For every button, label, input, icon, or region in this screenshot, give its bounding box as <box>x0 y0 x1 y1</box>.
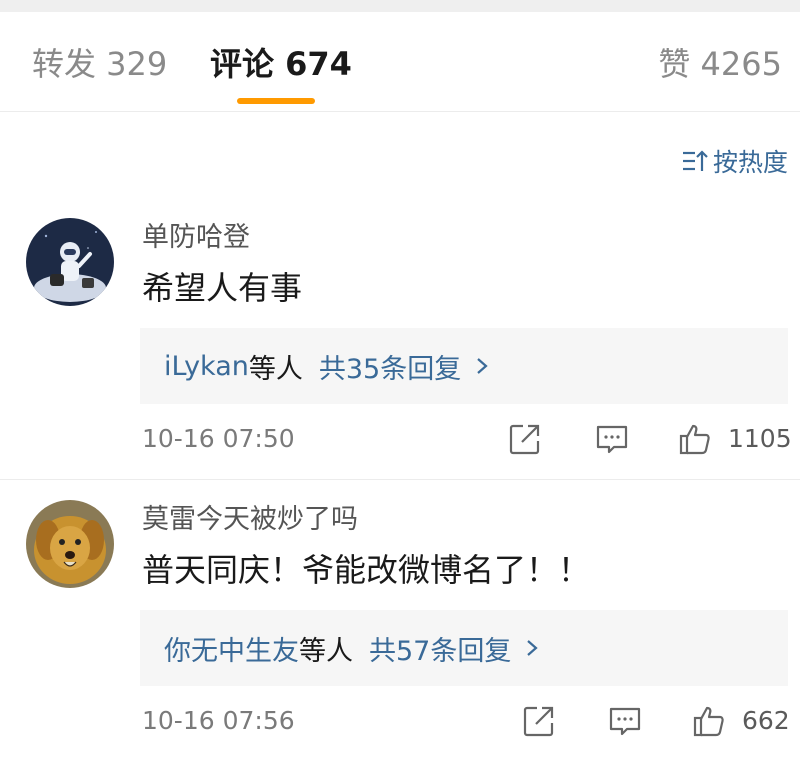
sort-icon <box>682 150 708 171</box>
comment-item: 莫雷今天被炒了吗 普天同庆！爷能改微博名了！！ 你无中生友 等人 共57条回复 … <box>0 492 800 763</box>
astronaut-avatar-icon <box>26 218 114 306</box>
comment-text: 希望人有事 <box>142 269 303 307</box>
dog-avatar-icon <box>26 500 114 588</box>
tab-likes[interactable]: 赞 4265 <box>658 44 782 84</box>
comment-item: 单防哈登 希望人有事 iLykan 等人 共35条回复 10-16 07:50 … <box>0 210 800 480</box>
share-icon[interactable] <box>522 704 556 738</box>
reply-author-link[interactable]: 你无中生友 <box>164 629 299 668</box>
like-count: 662 <box>742 706 790 735</box>
comment-timestamp: 10-16 07:50 <box>142 424 295 453</box>
replies-preview[interactable]: iLykan 等人 共35条回复 <box>140 328 788 404</box>
like-count: 1105 <box>728 424 792 453</box>
comment-text: 普天同庆！爷能改微博名了！！ <box>142 551 591 589</box>
status-bar-strip <box>0 0 800 12</box>
post-stats-tabs: 转发 329 评论 674 赞 4265 <box>0 12 800 112</box>
chevron-right-icon <box>527 640 539 656</box>
comment-username[interactable]: 莫雷今天被炒了吗 <box>142 502 358 538</box>
reply-author-suffix: 等人 <box>248 353 303 385</box>
tab-comments[interactable]: 评论 674 <box>210 44 352 84</box>
reply-count-link[interactable]: 共35条回复 <box>319 347 461 386</box>
sort-by-hot-button[interactable]: 按热度 <box>681 144 788 178</box>
comment-meta: 10-16 07:56 662 <box>142 702 792 742</box>
reply-count-link[interactable]: 共57条回复 <box>369 629 511 668</box>
share-icon[interactable] <box>508 422 542 456</box>
comment-meta: 10-16 07:50 1105 <box>142 420 792 460</box>
avatar[interactable] <box>26 500 114 588</box>
tab-reposts[interactable]: 转发 329 <box>32 44 167 84</box>
comment-icon[interactable] <box>595 422 629 456</box>
thumbs-up-icon[interactable] <box>678 422 712 456</box>
comment-icon[interactable] <box>608 704 642 738</box>
reply-author-suffix: 等人 <box>299 635 353 667</box>
comment-timestamp: 10-16 07:56 <box>142 706 295 735</box>
sort-label: 按热度 <box>712 148 788 177</box>
active-tab-indicator <box>237 98 315 104</box>
thumbs-up-icon[interactable] <box>692 704 726 738</box>
chevron-right-icon <box>477 358 488 374</box>
replies-preview[interactable]: 你无中生友 等人 共57条回复 <box>140 610 788 686</box>
comment-username[interactable]: 单防哈登 <box>142 220 250 256</box>
reply-author-link[interactable]: iLykan <box>164 351 249 382</box>
avatar[interactable] <box>26 218 114 306</box>
